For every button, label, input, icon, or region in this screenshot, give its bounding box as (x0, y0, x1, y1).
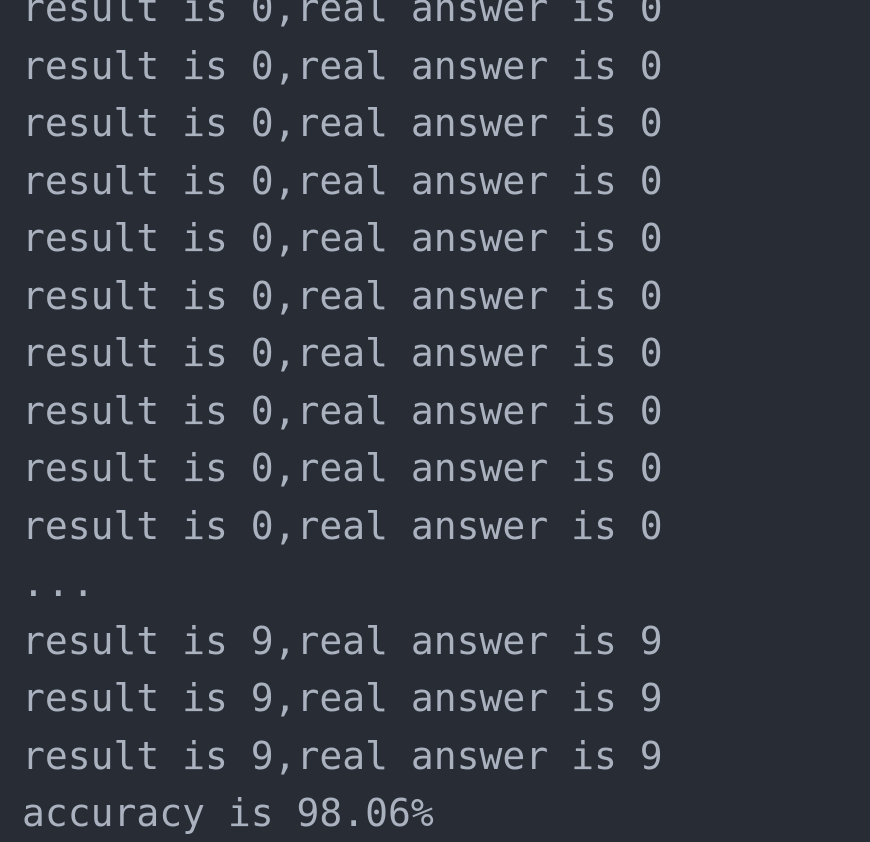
output-line: result is 0,real answer is 0 (22, 158, 663, 203)
output-lines: result is 0,real answer is 0 result is 0… (22, 0, 663, 842)
output-line: result is 0,real answer is 0 (22, 388, 663, 433)
output-line: result is 0,real answer is 0 (22, 446, 663, 490)
output-line: result is 9,real answer is 9 (22, 733, 663, 778)
output-line: result is 0,real answer is 0 (22, 331, 663, 375)
accuracy-line: accuracy is 98.06% (22, 791, 434, 835)
output-line: result is 0,real answer is 0 (22, 216, 663, 260)
output-line: result is 0,real answer is 0 (22, 273, 663, 318)
output-line: result is 0,real answer is 0 (22, 101, 663, 145)
output-line: result is 0,real answer is 0 (22, 503, 663, 548)
output-ellipsis: ... (22, 561, 97, 605)
terminal-output-panel: result is 0,real answer is 0 result is 0… (0, 0, 870, 842)
output-line: result is 0,real answer is 0 (22, 0, 663, 30)
output-line: result is 9,real answer is 9 (22, 676, 663, 720)
output-line: result is 9,real answer is 9 (22, 618, 663, 663)
output-line: result is 0,real answer is 0 (22, 43, 663, 88)
